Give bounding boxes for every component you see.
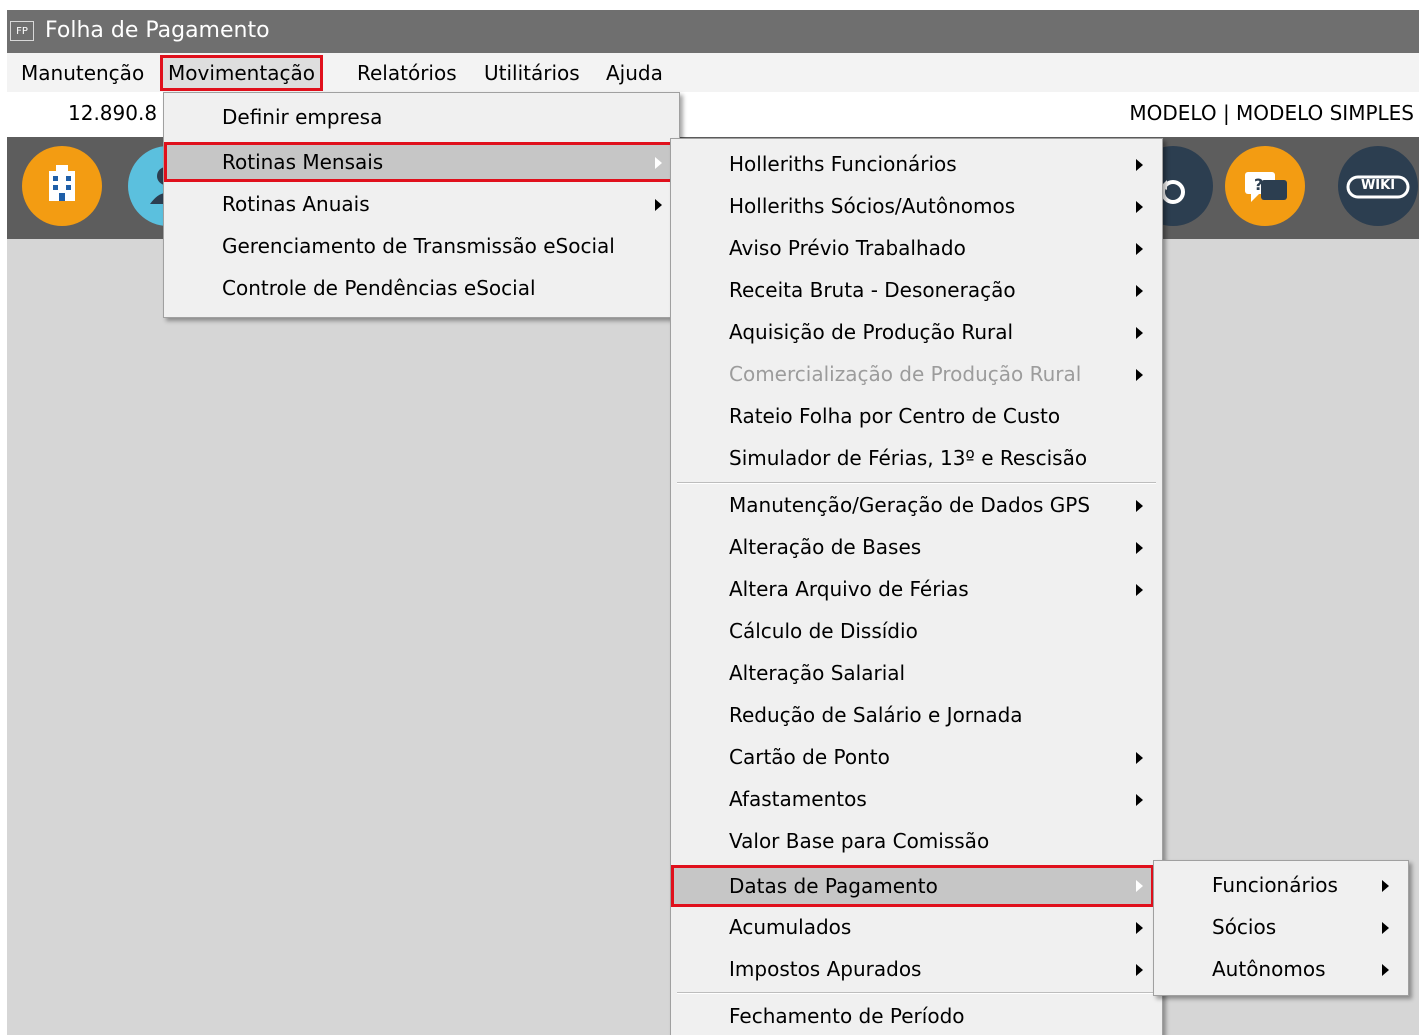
menu-item-autonomos[interactable]: Autônomos bbox=[1154, 949, 1408, 989]
submenu-arrow-icon bbox=[655, 199, 662, 211]
menu-item-fechamento-periodo[interactable]: Fechamento de Período bbox=[671, 996, 1162, 1035]
menu-manutencao[interactable]: Manutenção bbox=[21, 60, 144, 86]
window-title: Folha de Pagamento bbox=[45, 18, 270, 43]
wiki-button[interactable]: WIKI bbox=[1338, 146, 1418, 226]
title-bar: FP Folha de Pagamento bbox=[7, 10, 1419, 53]
menu-ajuda[interactable]: Ajuda bbox=[606, 60, 663, 86]
menu-item-gerenciamento-esocial[interactable]: Gerenciamento de Transmissão eSocial bbox=[164, 226, 679, 266]
submenu-arrow-icon bbox=[1136, 752, 1143, 764]
submenu-arrow-icon bbox=[1136, 159, 1143, 171]
menu-item-rateio-folha[interactable]: Rateio Folha por Centro de Custo bbox=[671, 396, 1162, 436]
building-icon bbox=[49, 165, 75, 201]
chat-help-icon: ? bbox=[1245, 172, 1287, 202]
menu-item-aquisicao-producao-rural[interactable]: Aquisição de Produção Rural bbox=[671, 312, 1162, 352]
submenu-arrow-icon bbox=[1136, 285, 1143, 297]
menu-item-altera-arquivo-ferias[interactable]: Altera Arquivo de Férias bbox=[671, 569, 1162, 609]
application-window: FP Folha de Pagamento Manutenção Movimen… bbox=[7, 10, 1419, 1035]
submenu-arrow-icon bbox=[1382, 922, 1389, 934]
menu-item-receita-bruta[interactable]: Receita Bruta - Desoneração bbox=[671, 270, 1162, 310]
submenu-arrow-icon bbox=[655, 157, 662, 169]
menu-item-valor-base-comissao[interactable]: Valor Base para Comissão bbox=[671, 821, 1162, 861]
menu-relatorios[interactable]: Relatórios bbox=[357, 60, 457, 86]
menu-item-gps[interactable]: Manutenção/Geração de Dados GPS bbox=[671, 485, 1162, 525]
menu-item-rotinas-anuais[interactable]: Rotinas Anuais bbox=[164, 184, 679, 224]
wiki-label: WIKI bbox=[1360, 178, 1396, 193]
submenu-arrow-icon bbox=[1382, 880, 1389, 892]
app-icon: FP bbox=[10, 21, 34, 41]
company-cnpj: 12.890.8 bbox=[68, 101, 158, 125]
submenu-arrow-icon bbox=[1136, 542, 1143, 554]
menu-item-acumulados[interactable]: Acumulados bbox=[671, 907, 1162, 947]
submenu-arrow-icon bbox=[1136, 794, 1143, 806]
submenu-arrow-icon bbox=[1136, 327, 1143, 339]
chat-help-button[interactable]: ? bbox=[1225, 146, 1305, 226]
menu-item-holleriths-funcionarios[interactable]: Holleriths Funcionários bbox=[671, 144, 1162, 184]
rotinas-mensais-menu: Holleriths Funcionários Holleriths Sócio… bbox=[670, 138, 1163, 1035]
menu-item-impostos-apurados[interactable]: Impostos Apurados bbox=[671, 949, 1162, 989]
svg-text:?: ? bbox=[1254, 175, 1263, 194]
menu-item-simulador-ferias[interactable]: Simulador de Férias, 13º e Rescisão bbox=[671, 438, 1162, 478]
submenu-arrow-icon bbox=[1382, 964, 1389, 976]
menu-separator bbox=[677, 992, 1156, 994]
menu-item-reducao-salario[interactable]: Redução de Salário e Jornada bbox=[671, 695, 1162, 735]
menu-item-datas-pagamento[interactable]: Datas de Pagamento bbox=[671, 865, 1154, 907]
datas-pagamento-menu: Funcionários Sócios Autônomos bbox=[1153, 860, 1409, 996]
menu-item-funcionarios[interactable]: Funcionários bbox=[1154, 865, 1408, 905]
menu-item-rotinas-mensais[interactable]: Rotinas Mensais bbox=[164, 142, 673, 182]
menu-utilitarios[interactable]: Utilitários bbox=[484, 60, 580, 86]
menu-item-definir-empresa[interactable]: Definir empresa bbox=[164, 97, 679, 137]
submenu-arrow-icon bbox=[1136, 500, 1143, 512]
submenu-arrow-icon bbox=[1136, 964, 1143, 976]
submenu-arrow-icon bbox=[1136, 369, 1143, 381]
building-button[interactable] bbox=[22, 146, 102, 226]
menu-item-comercializacao-producao-rural: Comercialização de Produção Rural bbox=[671, 354, 1162, 394]
submenu-arrow-icon bbox=[1136, 584, 1143, 596]
menu-item-socios[interactable]: Sócios bbox=[1154, 907, 1408, 947]
menu-movimentacao[interactable]: Movimentação bbox=[160, 55, 323, 91]
menu-item-holleriths-socios[interactable]: Holleriths Sócios/Autônomos bbox=[671, 186, 1162, 226]
menu-item-afastamentos[interactable]: Afastamentos bbox=[671, 779, 1162, 819]
submenu-arrow-icon bbox=[1136, 201, 1143, 213]
menu-item-calculo-dissidio[interactable]: Cálculo de Dissídio bbox=[671, 611, 1162, 651]
menu-item-alteracao-bases[interactable]: Alteração de Bases bbox=[671, 527, 1162, 567]
company-name: MODELO | MODELO SIMPLES bbox=[1129, 101, 1414, 125]
menu-item-cartao-ponto[interactable]: Cartão de Ponto bbox=[671, 737, 1162, 777]
menu-item-controle-pendencias[interactable]: Controle de Pendências eSocial bbox=[164, 268, 679, 308]
menu-bar: Manutenção Movimentação Relatórios Utili… bbox=[7, 53, 1419, 92]
menu-item-alteracao-salarial[interactable]: Alteração Salarial bbox=[671, 653, 1162, 693]
submenu-arrow-icon bbox=[1136, 880, 1143, 892]
submenu-arrow-icon bbox=[1136, 243, 1143, 255]
submenu-arrow-icon bbox=[1136, 922, 1143, 934]
menu-item-aviso-previo[interactable]: Aviso Prévio Trabalhado bbox=[671, 228, 1162, 268]
menu-separator bbox=[677, 482, 1156, 484]
movimentacao-menu: Definir empresa Rotinas Mensais Rotinas … bbox=[163, 92, 680, 318]
